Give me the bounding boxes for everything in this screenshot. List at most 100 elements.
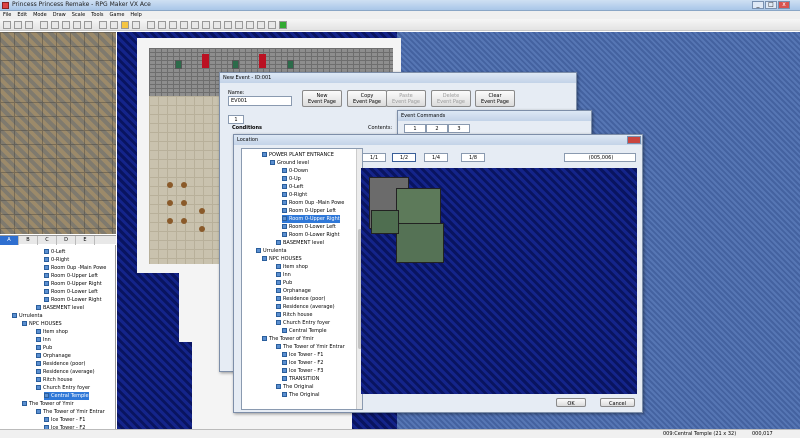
tree-item[interactable]: Room 0-Upper Left [44,272,98,280]
new-event-page-button[interactable]: New Event Page [302,90,342,107]
tree-item[interactable]: Inn [276,271,291,279]
tree-item[interactable]: The Tower of Ymir Entrar [36,408,105,416]
play-icon[interactable] [279,21,287,29]
zoom-tab-1-1[interactable]: 1/1 [362,153,386,162]
tree-item-selected[interactable]: Room 0-Upper Right [282,215,340,223]
tree-item[interactable]: Ice Tower - F1 [44,416,85,424]
tree-item[interactable]: The Tower of Ymir [22,400,74,408]
tree-item-selected[interactable]: Central Temple [44,392,89,400]
rect-icon[interactable] [147,21,155,29]
tree-item[interactable]: Orphanage [276,287,311,295]
character-icon[interactable] [268,21,276,29]
tileset-tab-b[interactable]: B [19,236,38,245]
event-name-input[interactable]: EV001 [228,96,292,106]
tree-item[interactable]: Pub [36,344,52,352]
undo-icon[interactable] [84,21,92,29]
tree-item[interactable]: Church Entry foyer [276,319,330,327]
resource-icon[interactable] [235,21,243,29]
new-icon[interactable] [3,21,11,29]
tree-item[interactable]: The Original [276,383,313,391]
menu-mode[interactable]: Mode [30,11,50,19]
zoom-reset-icon[interactable] [213,21,221,29]
tree-item[interactable]: Ice Tower - F3 [282,367,323,375]
tree-item[interactable]: The Original [282,391,319,399]
open-icon[interactable] [14,21,22,29]
menu-help[interactable]: Help [127,11,144,19]
tree-item[interactable]: Room 0-Lower Right [282,231,340,239]
tree-item[interactable]: 0-Right [282,191,307,199]
tree-item[interactable]: Orphanage [36,352,71,360]
zoom-tab-1-8[interactable]: 1/8 [461,153,485,162]
tree-item[interactable]: The Tower of Ymir Entrar [276,343,345,351]
shadow-icon[interactable] [180,21,188,29]
tree-item[interactable]: TRANSITION [282,375,319,383]
layer-icon[interactable] [99,21,107,29]
tree-item[interactable]: Residence (average) [36,368,95,376]
tree-item[interactable]: Church Entry foyer [36,384,90,392]
menu-scale[interactable]: Scale [69,11,88,19]
tileset-tab-c[interactable]: C [38,236,57,245]
cut-icon[interactable] [40,21,48,29]
tree-item[interactable]: 0-Left [44,248,65,256]
cancel-button[interactable]: Cancel [600,398,635,407]
tree-item[interactable]: Ice Tower - F2 [282,359,323,367]
tree-item[interactable]: Urrulenta [256,247,287,255]
save-icon[interactable] [25,21,33,29]
tree-item[interactable]: Room 0up -Main Powe [282,199,344,207]
location-close-button[interactable] [627,136,641,144]
sound-icon[interactable] [257,21,265,29]
tree-item[interactable]: Residence (poor) [276,295,325,303]
tree-item[interactable]: 0-Left [282,183,303,191]
event-page-tab-1[interactable]: 1 [228,115,244,124]
tree-item[interactable]: 0-Down [282,167,308,175]
commands-tab-2[interactable]: 2 [426,124,448,133]
paste-icon[interactable] [62,21,70,29]
tree-item[interactable]: Item shop [276,263,308,271]
menu-edit[interactable]: Edit [14,11,30,19]
tree-item[interactable]: Room 0-Upper Right [44,280,102,288]
zoom-in-icon[interactable] [191,21,199,29]
paste-event-page-button[interactable]: Paste Event Page [386,90,426,107]
tree-item[interactable]: Room 0-Lower Left [44,288,98,296]
close-button[interactable]: x [778,1,790,9]
tree-item[interactable]: Central Temple [282,327,327,335]
tileset-tab-a[interactable]: A [0,236,19,245]
tileset-tab-d[interactable]: D [57,236,76,245]
tree-item[interactable]: Ritch house [276,311,312,319]
pencil-icon[interactable] [132,21,140,29]
tree-item[interactable]: Room 0-Lower Right [44,296,102,304]
menu-tools[interactable]: Tools [88,11,106,19]
tree-item[interactable]: Ground level [270,159,309,167]
zoom-out-icon[interactable] [202,21,210,29]
tree-item[interactable]: 0-Right [44,256,69,264]
tree-item[interactable]: NPC HOUSES [262,255,302,263]
clear-event-page-button[interactable]: Clear Event Page [475,90,515,107]
zoom-tab-1-2[interactable]: 1/2 [392,153,416,162]
menu-game[interactable]: Game [107,11,128,19]
delete-icon[interactable] [73,21,81,29]
tree-item[interactable]: BASEMENT level [36,304,84,312]
maximize-button[interactable]: □ [765,1,777,9]
tree-item[interactable]: Ice Tower - F1 [282,351,323,359]
tree-item[interactable]: Pub [276,279,292,287]
tree-item[interactable]: Ritch house [36,376,72,384]
tree-item[interactable]: Room 0up -Main Powe [44,264,106,272]
tree-item[interactable]: POWER PLANT ENTRANCE [262,151,334,159]
fill-icon[interactable] [169,21,177,29]
tree-item[interactable]: Inn [36,336,51,344]
database-icon[interactable] [224,21,232,29]
tree-item[interactable]: Residence (poor) [36,360,85,368]
tree-item[interactable]: Item shop [36,328,68,336]
tree-item[interactable]: Urrulenta [12,312,43,320]
tree-item[interactable]: BASEMENT level [276,239,324,247]
location-map-preview[interactable] [361,168,637,394]
minimize-button[interactable]: _ [752,1,764,9]
copy-event-page-button[interactable]: Copy Event Page [347,90,387,107]
commands-tab-1[interactable]: 1 [404,124,426,133]
tree-item[interactable]: The Tower of Ymir [262,335,314,343]
tree-item[interactable]: Room 0-Lower Left [282,223,336,231]
zoom-tab-1-4[interactable]: 1/4 [424,153,448,162]
ellipse-icon[interactable] [158,21,166,29]
menu-draw[interactable]: Draw [50,11,69,19]
delete-event-page-button[interactable]: Delete Event Page [431,90,471,107]
